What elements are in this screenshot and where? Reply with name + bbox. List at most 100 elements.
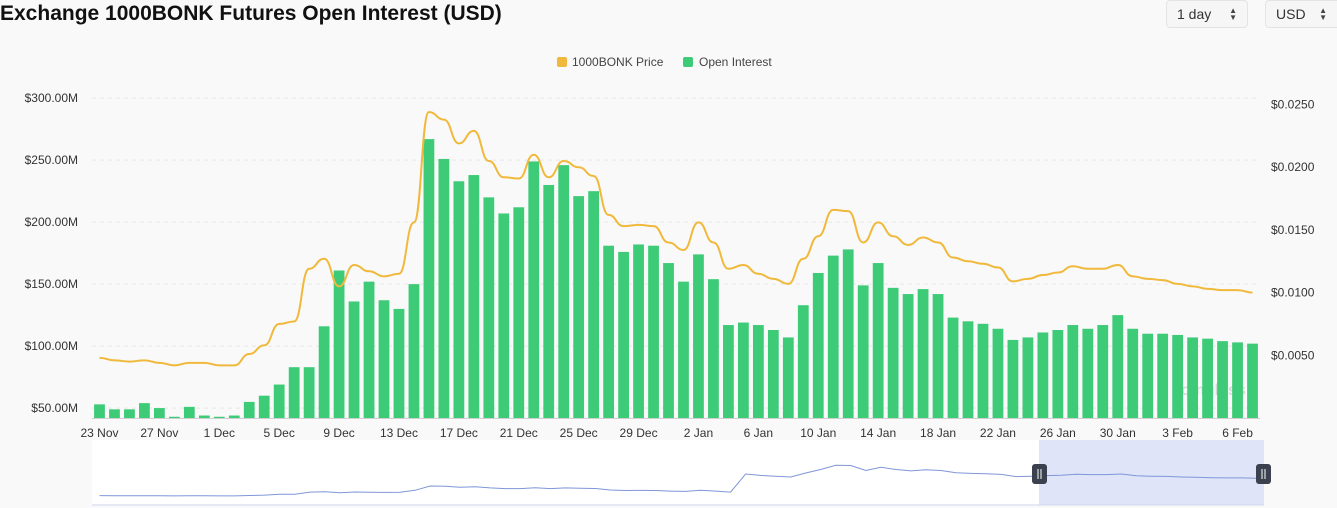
oi-bar[interactable]	[378, 300, 390, 418]
oi-bar[interactable]	[318, 326, 330, 418]
oi-bar[interactable]	[872, 263, 884, 418]
oi-bar[interactable]	[303, 367, 315, 418]
slider-selected-window[interactable]	[1039, 440, 1264, 505]
oi-bar[interactable]	[124, 409, 135, 418]
oi-bar[interactable]	[708, 279, 719, 418]
oi-bar[interactable]	[857, 285, 869, 418]
oi-bar[interactable]	[902, 294, 914, 418]
oi-bar[interactable]	[1142, 333, 1154, 418]
oi-bar[interactable]	[273, 384, 285, 418]
oi-bar[interactable]	[1037, 332, 1049, 418]
oi-bar[interactable]	[1232, 342, 1243, 418]
oi-bar[interactable]	[723, 325, 734, 418]
oi-bar[interactable]	[1097, 325, 1109, 418]
range-slider[interactable]	[92, 440, 1271, 506]
oi-bar[interactable]	[573, 196, 585, 418]
legend[interactable]: 1000BONK Price Open Interest	[557, 55, 772, 69]
oi-bar[interactable]	[558, 165, 570, 418]
oi-bar[interactable]	[1247, 343, 1258, 418]
oi-bar[interactable]	[752, 325, 764, 418]
oi-bar[interactable]	[633, 244, 644, 418]
legend-oi-label[interactable]: Open Interest	[699, 55, 772, 69]
oi-bar[interactable]	[618, 251, 629, 418]
x-tick-label: 27 Nov	[140, 426, 178, 440]
price-line	[99, 111, 1253, 367]
x-tick-label: 10 Jan	[800, 426, 836, 440]
y-left-tick-label: $50.00M	[31, 401, 78, 415]
oi-bar[interactable]	[153, 408, 165, 418]
x-tick-label: 21 Dec	[500, 426, 538, 440]
oi-bar[interactable]	[1022, 337, 1034, 418]
oi-bar[interactable]	[94, 404, 105, 418]
oi-bar[interactable]	[678, 281, 689, 418]
oi-bar[interactable]	[1007, 339, 1019, 418]
oi-bar[interactable]	[737, 322, 749, 418]
y-left-tick-label: $300.00M	[25, 91, 78, 105]
oi-bar[interactable]	[528, 161, 540, 419]
oi-bar[interactable]	[932, 294, 944, 418]
oi-bar[interactable]	[1217, 341, 1228, 418]
oi-bar[interactable]	[363, 281, 375, 418]
oi-bar[interactable]	[962, 321, 974, 418]
oi-bar[interactable]	[288, 367, 300, 418]
oi-bar[interactable]	[228, 415, 240, 418]
oi-bar[interactable]	[109, 409, 120, 418]
x-axis: 23 Nov 27 Nov 1 Dec 5 Dec 9 Dec 13 Dec 17 Dec 2…	[80, 418, 1260, 440]
oi-bar[interactable]	[1202, 338, 1213, 418]
oi-bar[interactable]	[827, 255, 839, 418]
oi-bar[interactable]	[393, 308, 405, 418]
slider-right-handle[interactable]	[1256, 464, 1271, 484]
oi-bar[interactable]	[348, 301, 360, 418]
oi-bar[interactable]	[498, 213, 510, 418]
oi-bar[interactable]	[438, 158, 450, 418]
oi-bar[interactable]	[198, 415, 210, 418]
legend-price-label[interactable]: 1000BONK Price	[572, 55, 664, 69]
oi-bar[interactable]	[1157, 333, 1169, 418]
oi-bar[interactable]	[648, 245, 659, 418]
oi-bar[interactable]	[767, 329, 779, 418]
oi-bar[interactable]	[603, 245, 615, 418]
oi-bar[interactable]	[468, 175, 480, 418]
y-right-tick-label: $0.0250	[1271, 98, 1315, 112]
oi-bar[interactable]	[139, 403, 150, 418]
x-tick-label: 18 Jan	[920, 426, 956, 440]
oi-bar[interactable]	[797, 305, 809, 418]
oi-bar[interactable]	[513, 207, 525, 418]
oi-bar[interactable]	[333, 270, 345, 418]
oi-bar[interactable]	[947, 317, 959, 418]
oi-bar[interactable]	[423, 139, 435, 418]
oi-bar[interactable]	[258, 395, 270, 418]
oi-bar[interactable]	[1067, 325, 1079, 418]
y-right-tick-label: $0.0150	[1271, 223, 1315, 237]
oi-bar[interactable]	[588, 191, 600, 418]
oi-bar[interactable]	[917, 289, 929, 418]
legend-oi-swatch	[683, 57, 693, 67]
oi-bar[interactable]	[1082, 328, 1094, 418]
oi-bar[interactable]	[1112, 315, 1124, 418]
oi-bar[interactable]	[887, 287, 899, 418]
oi-bar[interactable]	[453, 181, 465, 418]
oi-bar[interactable]	[168, 416, 180, 418]
oi-bar[interactable]	[977, 323, 989, 418]
oi-bar[interactable]	[1127, 328, 1139, 418]
oi-bar[interactable]	[812, 272, 824, 418]
oi-bar[interactable]	[483, 197, 495, 418]
x-tick-label: 6 Feb	[1222, 426, 1253, 440]
oi-bar[interactable]	[663, 263, 674, 418]
oi-bar[interactable]	[992, 328, 1004, 418]
oi-bar[interactable]	[543, 184, 555, 418]
slider-left-handle[interactable]	[1032, 464, 1047, 484]
oi-bar[interactable]	[1052, 329, 1064, 418]
y-right-tick-label: $0.0100	[1271, 286, 1315, 300]
oi-bar[interactable]	[408, 284, 420, 418]
oi-bar[interactable]	[1187, 337, 1199, 418]
oi-bar[interactable]	[693, 254, 704, 418]
oi-bar[interactable]	[213, 416, 225, 418]
oi-bar[interactable]	[1172, 334, 1184, 418]
x-tick-label: 25 Dec	[560, 426, 598, 440]
x-tick-label: 29 Dec	[620, 426, 658, 440]
oi-bar[interactable]	[782, 337, 794, 418]
oi-bar[interactable]	[183, 406, 195, 418]
oi-bar[interactable]	[243, 401, 255, 418]
oi-bar[interactable]	[842, 249, 854, 418]
